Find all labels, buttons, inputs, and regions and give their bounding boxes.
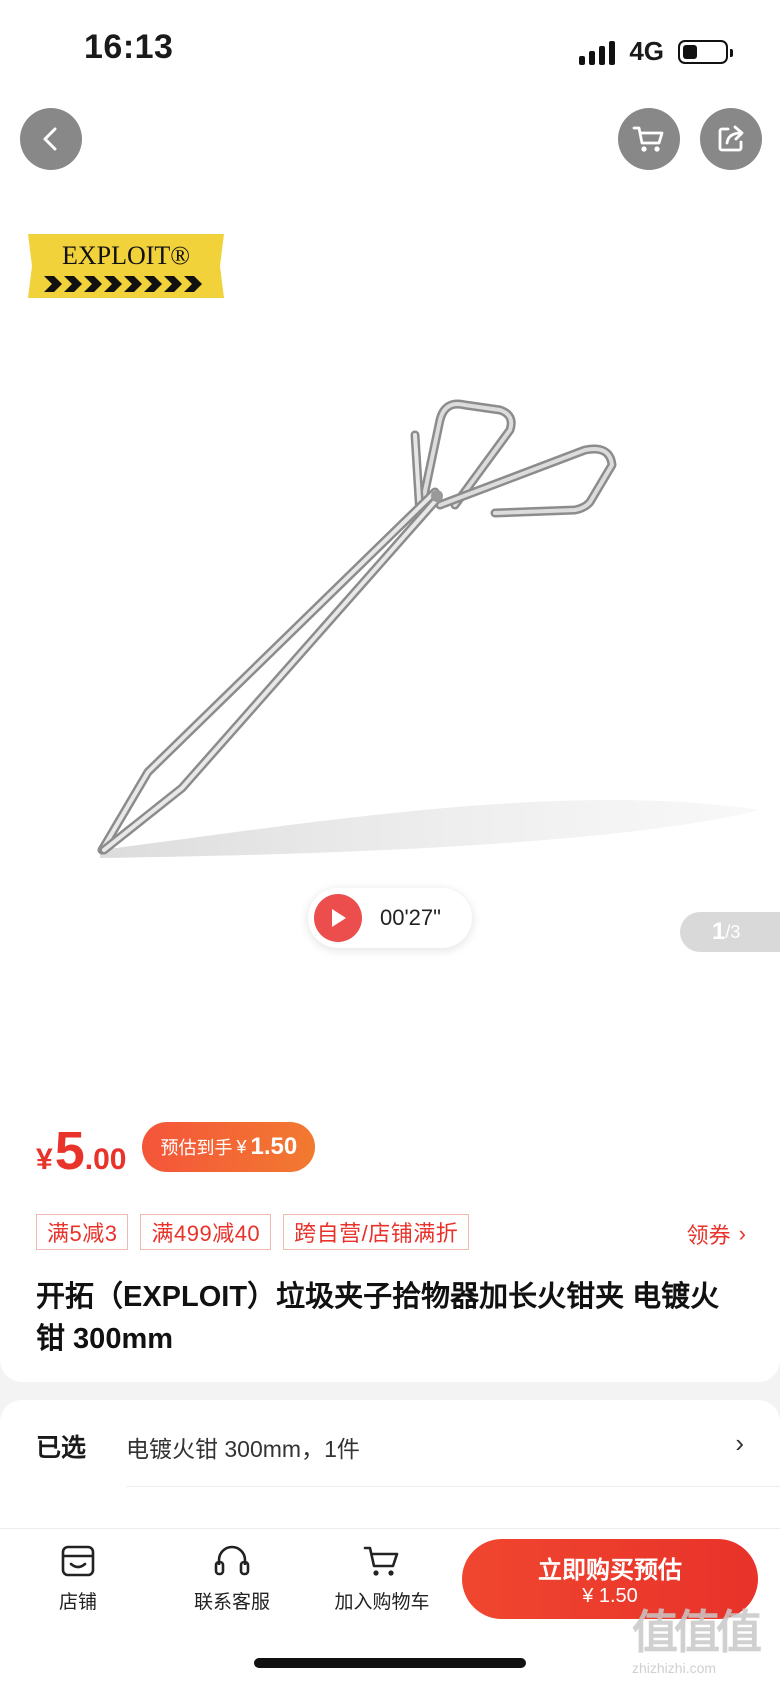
buy-now-label: 立即购买预估: [538, 1557, 682, 1584]
cart-icon: [363, 1546, 399, 1576]
estimate-label: 预估到手: [160, 1138, 233, 1158]
price: ¥ 5 .00: [36, 1124, 126, 1178]
page-total: /3: [725, 921, 741, 942]
product-info-card: ¥ 5 .00 预估到手 ¥ 1.50 满5减3 满499减40 跨自营/店铺满…: [0, 1078, 780, 1382]
store-label: 店铺: [58, 1592, 97, 1613]
brand-logo-text: EXPLOIT®: [62, 241, 190, 270]
signal-icon: [579, 39, 616, 65]
price-row: ¥ 5 .00 预估到手 ¥ 1.50: [36, 1122, 316, 1178]
price-decimal: .00: [84, 1143, 127, 1176]
selection-card[interactable]: 已选 电镀火钳 300mm，1件 ›: [0, 1400, 780, 1530]
price-integer: 5: [54, 1121, 85, 1181]
selection-value: 电镀火钳 300mm，1件: [126, 1436, 360, 1462]
share-button[interactable]: [700, 108, 762, 170]
status-bar: 16:13 4G: [0, 0, 780, 100]
video-duration: 00'27": [380, 905, 441, 930]
coupon-label: 领券: [686, 1223, 731, 1248]
status-time: 16:13: [84, 28, 174, 66]
product-title: 开拓（EXPLOIT）垃圾夹子拾物器加长火钳夹 电镀火钳 300mm: [36, 1281, 720, 1355]
status-indicators: 4G: [579, 36, 733, 67]
battery-icon: [678, 39, 733, 64]
store-icon: [61, 1545, 95, 1577]
add-to-cart-label: 加入购物车: [334, 1592, 430, 1613]
promo-tag[interactable]: 满5减3: [36, 1214, 129, 1250]
chevron-left-icon: [43, 127, 57, 151]
cart-icon: [632, 126, 664, 152]
chevron-right-icon: ›: [735, 1428, 744, 1458]
product-gallery[interactable]: EXPLOIT® 00'27" 1 /3: [0, 100, 780, 1100]
promo-tag[interactable]: 满499减40: [140, 1214, 272, 1250]
selection-label: 已选: [36, 1434, 87, 1462]
headset-icon: [214, 1545, 250, 1576]
chevron-right-icon: ›: [738, 1221, 746, 1246]
watermark-url: zhizhizhi.com: [632, 1660, 717, 1676]
network-type: 4G: [629, 36, 664, 66]
brand-logo: EXPLOIT®: [28, 234, 224, 298]
page-current: 1: [712, 918, 726, 945]
price-currency: ¥: [36, 1143, 53, 1176]
store-button[interactable]: 店铺: [18, 1543, 138, 1614]
estimate-currency: ¥: [236, 1136, 247, 1157]
customer-service-label: 联系客服: [193, 1592, 270, 1613]
gallery-page-indicator: 1 /3: [680, 912, 780, 952]
share-icon: [718, 125, 744, 152]
promotion-tags: 满5减3 满499减40 跨自营/店铺满折: [36, 1214, 470, 1250]
estimated-price-badge[interactable]: 预估到手 ¥ 1.50: [142, 1122, 316, 1172]
customer-service-button[interactable]: 联系客服: [172, 1543, 292, 1614]
play-icon: [314, 894, 362, 942]
home-indicator: [254, 1658, 526, 1668]
promo-tag[interactable]: 跨自营/店铺满折: [283, 1214, 470, 1250]
divider: [126, 1486, 780, 1487]
back-button[interactable]: [20, 108, 82, 170]
cart-button[interactable]: [618, 108, 680, 170]
buy-now-price: ¥ 1.50: [582, 1585, 638, 1607]
get-coupon-link[interactable]: 领券 ›: [687, 1218, 746, 1250]
video-play-button[interactable]: 00'27": [308, 888, 472, 948]
add-to-cart-button[interactable]: 加入购物车: [322, 1543, 442, 1614]
watermark-mark: 值值值: [632, 1605, 762, 1659]
watermark: 值值值 zhizhizhi.com: [632, 1596, 780, 1688]
estimate-value: 1.50: [250, 1133, 298, 1160]
